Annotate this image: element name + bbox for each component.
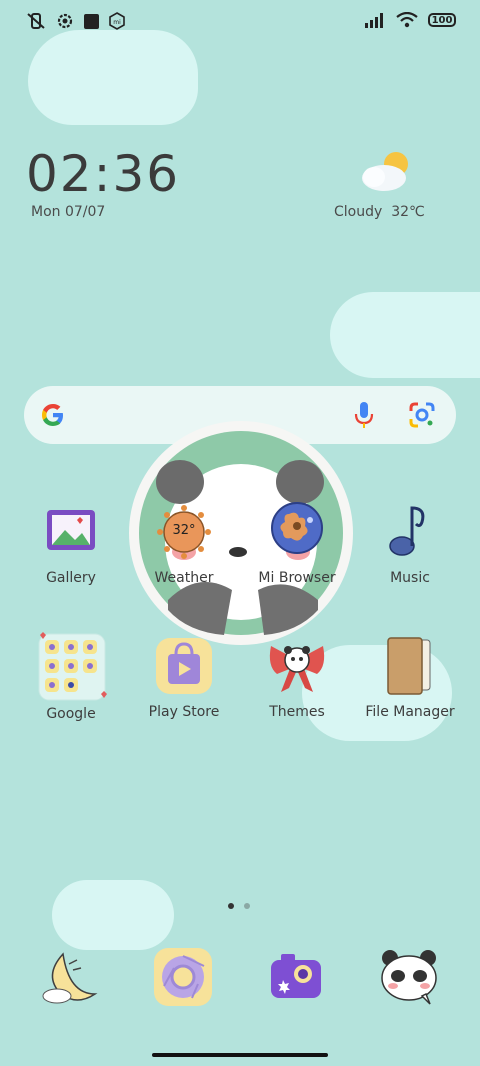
app-weather[interactable]: 32° Weather xyxy=(124,502,244,586)
panda-messages-icon xyxy=(378,946,440,1008)
app-label: Mi Browser xyxy=(258,570,336,586)
gallery-icon xyxy=(41,502,101,562)
dock-camera[interactable] xyxy=(236,946,356,1008)
app-label: Gallery xyxy=(46,570,96,586)
page-dot-current[interactable] xyxy=(228,903,234,909)
chrome-icon xyxy=(152,946,214,1008)
app-label: File Manager xyxy=(365,704,455,720)
status-bar-right: 100 xyxy=(364,12,456,28)
google-folder-icon xyxy=(35,630,107,702)
battery-icon: 100 xyxy=(428,13,456,27)
play-store-icon xyxy=(154,636,214,696)
page-dot[interactable] xyxy=(244,903,250,909)
weather-summary[interactable]: Cloudy 32℃ xyxy=(334,204,425,220)
app-label: Google xyxy=(46,706,96,722)
dock-chrome[interactable] xyxy=(123,946,243,1008)
app-gallery[interactable]: Gallery xyxy=(11,502,131,586)
mute-vibrate-icon xyxy=(27,13,45,29)
svg-text:mi: mi xyxy=(113,19,121,26)
clock-date[interactable]: Mon 07/07 xyxy=(31,204,105,220)
battery-level: 100 xyxy=(431,14,453,26)
weather-temperature: 32℃ xyxy=(391,204,425,220)
app-label: Play Store xyxy=(148,704,220,720)
app-themes[interactable]: Themes xyxy=(237,636,357,720)
page-indicator[interactable] xyxy=(228,903,250,909)
weather-condition: Cloudy xyxy=(334,204,383,220)
app-play-store[interactable]: Play Store xyxy=(124,636,244,720)
app-label: Music xyxy=(390,570,430,586)
app-mi-browser[interactable]: Mi Browser xyxy=(237,502,357,586)
moon-icon xyxy=(39,946,101,1008)
square-notification-icon xyxy=(84,13,99,29)
weather-icon: 32° xyxy=(154,502,214,562)
settings-gear-icon xyxy=(57,13,73,29)
file-manager-icon xyxy=(380,636,440,696)
dock-moon[interactable] xyxy=(10,946,130,1008)
cloud-decoration xyxy=(52,880,174,950)
app-google-folder[interactable]: Google xyxy=(11,630,131,722)
cloud-decoration xyxy=(28,30,198,125)
dock-panda-messages[interactable] xyxy=(349,946,469,1008)
themes-panda-bow-icon xyxy=(267,636,327,696)
mic-icon[interactable] xyxy=(354,400,374,430)
google-g-icon[interactable] xyxy=(39,401,67,429)
wifi-icon xyxy=(396,12,418,28)
signal-icon xyxy=(365,13,383,28)
music-note-icon xyxy=(380,502,440,562)
mi-icon: mi xyxy=(109,12,125,30)
app-music[interactable]: Music xyxy=(350,502,470,586)
google-lens-icon[interactable] xyxy=(408,401,436,429)
camera-icon xyxy=(265,946,327,1008)
status-bar-left: mi xyxy=(26,12,125,30)
app-label: Weather xyxy=(154,570,214,586)
cloud-decoration xyxy=(330,292,480,378)
app-file-manager[interactable]: File Manager xyxy=(350,636,470,720)
clock-time[interactable]: 02:36 xyxy=(26,145,180,203)
app-label: Themes xyxy=(269,704,325,720)
browser-icon xyxy=(267,502,327,562)
weather-badge-temp: 32° xyxy=(172,523,196,538)
weather-cloud-sun-icon[interactable] xyxy=(360,150,414,194)
home-gesture-bar[interactable] xyxy=(152,1053,328,1057)
